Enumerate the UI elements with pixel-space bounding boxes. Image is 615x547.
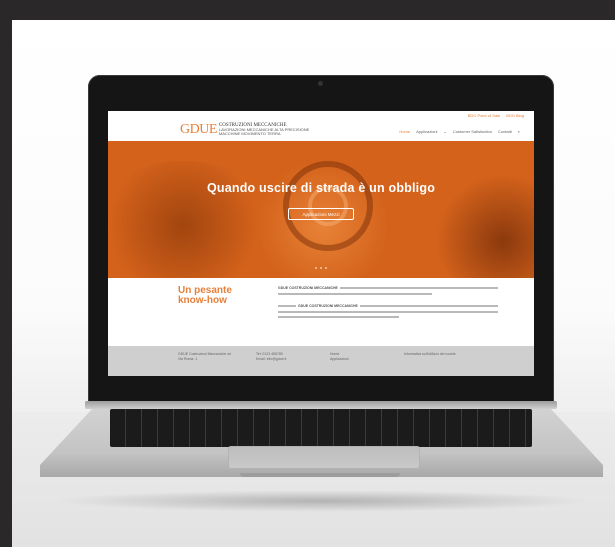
hero-banner: Quando uscire di strada è un obbligo App… (108, 141, 534, 278)
para2-company-name: GDUE COSTRUZIONI MECCANICHE (298, 304, 358, 308)
hero-cta-button[interactable]: Applicazioni Mezzi (288, 208, 354, 220)
slider-dots (108, 267, 534, 269)
text-line (278, 311, 498, 313)
intro-line: GDUE COSTRUZIONI MECCANICHE (278, 286, 498, 290)
nav-item-home[interactable]: Home (399, 129, 410, 134)
footer-col-links: Home Applicazioni (330, 352, 349, 362)
section-title: Un pesante know-how (178, 286, 232, 306)
hero-title: Quando uscire di strada è un obbligo (206, 181, 436, 195)
laptop-keyboard (110, 409, 532, 447)
logo-tagline-2: MACCHINE MOVIMENTO TERRA (218, 131, 281, 136)
nav-item-contatti[interactable]: Contatti (498, 129, 512, 134)
text-line (278, 305, 296, 307)
site-footer: GDUE Costruzioni Meccaniche srl Via Roma… (108, 346, 534, 376)
content-section: Un pesante know-how GDUE COSTRUZIONI MEC… (108, 278, 534, 346)
footer-col-company: GDUE Costruzioni Meccaniche srl Via Roma… (178, 352, 231, 362)
website-topbar: BDO Point of Sale BDO Blog (108, 111, 534, 119)
website-header: GDUE COSTRUZIONI MECCANICHE LAVORAZIONI … (108, 119, 534, 141)
logo-mark: GDUE (180, 122, 217, 137)
laptop-shadow (52, 490, 592, 512)
nav-item-customer-satisfaction[interactable]: Customer Satisfaction (453, 129, 492, 134)
slider-dot[interactable] (315, 267, 317, 269)
section-title-line-2: know-how (178, 295, 227, 306)
text-line (278, 316, 399, 318)
footer-col-legal: Informativa sull'utilizzo dei cookie (404, 352, 456, 357)
text-line (339, 287, 498, 289)
laptop-trackpad (228, 446, 420, 469)
site-logo[interactable]: GDUE COSTRUZIONI MECCANICHE LAVORAZIONI … (180, 123, 309, 137)
para2-line: GDUE COSTRUZIONI MECCANICHE (278, 304, 498, 308)
camera-icon (318, 81, 323, 86)
footer-address: Via Roma, 1 (178, 357, 198, 361)
topbar-link-blog[interactable]: BDO Blog (506, 113, 524, 118)
nav-item-applicazioni[interactable]: Applicazioni (416, 129, 437, 134)
section-body: GDUE COSTRUZIONI MECCANICHE GDUE COSTRUZ… (278, 286, 498, 321)
footer-col-contacts: Tel: 0123 456789 Email: info@gdue.it (256, 352, 286, 362)
slider-dot[interactable] (320, 267, 322, 269)
text-line (278, 293, 432, 295)
laptop-front-lip (240, 473, 400, 477)
topbar-link-pos[interactable]: BDO Point of Sale (468, 113, 500, 118)
footer-link-applicazioni[interactable]: Applicazioni (330, 357, 349, 362)
laptop-hinge (85, 401, 557, 409)
logo-text: COSTRUZIONI MECCANICHE LAVORAZIONI MECCA… (218, 123, 309, 136)
footer-email[interactable]: Email: info@gdue.it (256, 357, 286, 362)
intro-company-name: GDUE COSTRUZIONI MECCANICHE (278, 286, 338, 290)
search-icon[interactable]: ⌕ (518, 129, 520, 134)
laptop-screen: BDO Point of Sale BDO Blog GDUE COSTRUZI… (108, 111, 534, 376)
footer-link-cookie[interactable]: Informativa sull'utilizzo dei cookie (404, 352, 456, 357)
chevron-down-icon: ⌄ (443, 129, 447, 134)
main-nav: Home Applicazioni ⌄ Customer Satisfactio… (399, 129, 520, 134)
slider-dot[interactable] (325, 267, 327, 269)
laptop-lid: BDO Point of Sale BDO Blog GDUE COSTRUZI… (88, 75, 554, 405)
text-line (359, 305, 498, 307)
